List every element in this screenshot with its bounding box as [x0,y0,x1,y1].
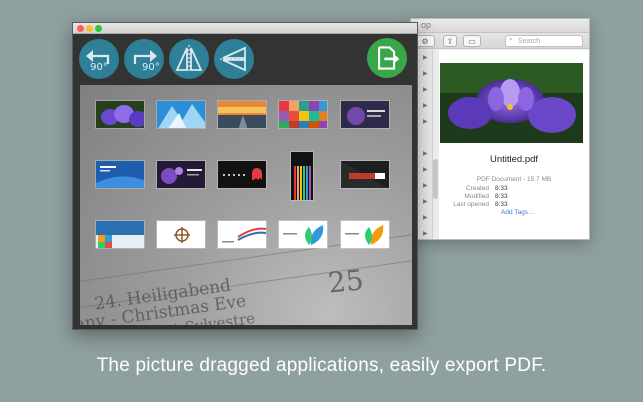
meta-value: 8:33 [495,193,508,200]
search-placeholder: Search [518,37,541,45]
app-window: 90° 90° 24. Heiligabend any - Christmas … [72,22,418,330]
thumbnail-leaf-card[interactable] [278,220,328,249]
caption: The picture dragged applications, easily… [96,355,547,376]
scrollbar[interactable] [433,159,438,199]
app-titlebar [73,23,417,34]
minimize-window-button[interactable] [86,25,93,32]
chevron-right-icon: ▶ [423,71,428,77]
meta-label: Modified [464,193,489,200]
flip-vertical-button[interactable] [214,39,254,79]
finder-window: op ⚙ ⇪ ▭ ⌕ Search ▶ ▶ ▶ ▶ ▶ ▶ ▶ ▶ ▶ ▶ ▶ [410,18,590,240]
finder-title: op [421,20,432,30]
thumbnail-sunset-road[interactable] [217,100,267,129]
add-tags-link[interactable]: Add Tags… [439,209,589,216]
share-button[interactable]: ⇪ [443,35,457,47]
rotate-right-button[interactable]: 90° [124,39,164,79]
meta-value: 8:33 [495,185,508,192]
export-pdf-button[interactable] [367,38,407,78]
chevron-right-icon: ▶ [423,55,428,61]
rotate-right-label: 90° [142,62,160,73]
thumbnail-colorful-card[interactable] [278,100,328,129]
preview-image [440,63,583,143]
file-metadata: PDF Document - 15.7 MB Created 8:33 Modi… [439,176,589,216]
file-preview-pane: Untitled.pdf PDF Document - 15.7 MB Crea… [439,50,589,239]
thumbnail-blue-card[interactable] [95,160,145,189]
thumbnail-leaf-card-alt[interactable] [340,220,390,249]
flip-horizontal-icon [175,45,203,73]
chevron-right-icon: ▶ [423,103,428,109]
close-window-button[interactable] [77,25,84,32]
meta-row: Created 8:33 [439,185,589,193]
tag-icon: ▭ [468,36,476,46]
export-file-icon [378,46,400,70]
rotate-left-label: 90° [90,62,108,73]
chevron-right-icon: ▶ [423,151,428,157]
thumbnail-rainbow-card[interactable] [290,151,314,201]
thumbnail-crystal[interactable] [156,100,206,129]
meta-label: Created [465,185,489,192]
preview-file-name: Untitled.pdf [489,154,539,165]
tags-button[interactable]: ▭ [463,35,481,47]
finder-toolbar: ⚙ ⇪ ▭ ⌕ Search [411,33,589,49]
calendar-day: 25 [326,263,366,300]
toolbar: 90° 90° [73,34,417,84]
thumbnail-purple-card[interactable] [156,160,206,189]
gear-icon: ⚙ [421,36,429,46]
doc-info: PDF Document - 15.7 MB [476,176,552,183]
image-canvas[interactable]: 24. Heiligabend any - Christmas Eve Sain… [80,85,412,325]
finder-titlebar: op [411,19,589,33]
flip-vertical-icon [220,46,248,72]
chevron-right-icon: ▶ [423,119,428,125]
meta-label: Last opened [453,201,489,208]
chevron-right-icon: ▶ [423,215,428,221]
chevron-right-icon: ▶ [423,167,428,173]
thumbnail-john-smith-card[interactable] [95,220,145,249]
chevron-right-icon: ▶ [423,87,428,93]
share-icon: ⇪ [446,36,454,46]
flip-horizontal-button[interactable] [169,39,209,79]
thumbnail-swoosh-card[interactable] [217,220,267,249]
chevron-right-icon: ▶ [423,231,428,237]
meta-row: Modified 8:33 [439,193,589,201]
meta-value: 8:33 [495,201,508,208]
thumbnail-red-label-card[interactable] [340,160,390,189]
chevron-right-icon: ▶ [423,199,428,205]
zoom-window-button[interactable] [95,25,102,32]
chevron-right-icon: ▶ [423,183,428,189]
thumbnail-game-card[interactable] [217,160,267,189]
thumbnail-anchor-card[interactable] [156,220,206,249]
rotate-left-button[interactable]: 90° [79,39,119,79]
search-icon: ⌕ [509,36,513,43]
meta-row: Last opened 8:33 [439,201,589,209]
gear-menu-button[interactable]: ⚙ [415,35,435,47]
thumbnail-dark-card[interactable] [340,100,390,129]
thumbnail-crocus[interactable] [95,100,145,129]
search-input[interactable]: ⌕ Search [505,35,583,47]
